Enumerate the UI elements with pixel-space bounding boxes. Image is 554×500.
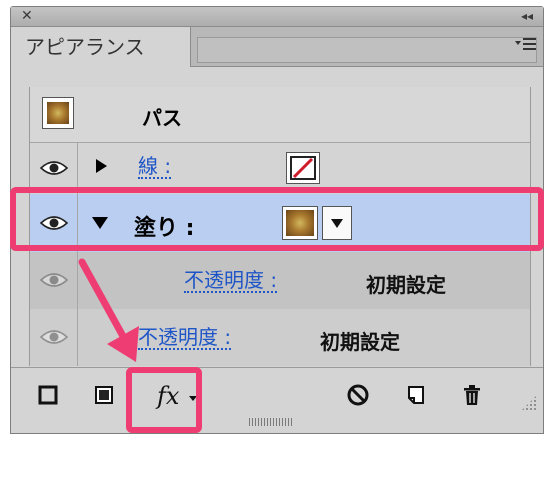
path-row[interactable]: パス — [30, 87, 530, 143]
fill-label: 塗り : — [134, 216, 195, 241]
stroke-row[interactable]: 線 : — [30, 142, 530, 195]
tab-bar-empty — [197, 37, 537, 63]
expand-triangle-icon[interactable] — [96, 159, 107, 173]
eye-icon-disabled — [40, 272, 68, 288]
eye-icon[interactable] — [40, 160, 68, 176]
fill-dropdown-button[interactable] — [322, 206, 352, 240]
stroke-visibility[interactable] — [30, 142, 78, 194]
panel-menu-icon[interactable] — [515, 36, 537, 55]
fill-swatch[interactable] — [282, 206, 318, 240]
path-thumbnail — [42, 97, 74, 129]
opacity-value: 初期設定 — [320, 330, 400, 354]
fill-opacity-row[interactable]: 不透明度 : 初期設定 — [30, 252, 530, 310]
fill-opacity-visibility — [30, 252, 78, 309]
eye-icon-disabled — [40, 329, 68, 345]
eye-icon[interactable] — [40, 215, 68, 231]
close-icon[interactable]: ✕ — [21, 8, 33, 24]
fill-opacity-value: 初期設定 — [366, 273, 446, 297]
collapse-icon[interactable]: ◂◂ — [521, 9, 533, 23]
stroke-link[interactable]: 線 : — [138, 155, 172, 179]
opacity-visibility — [30, 309, 78, 366]
appearance-panel: ✕ ◂◂ アピアランス パス 線: 塗り: 不透明度: 初期設定 不透明度… — [10, 6, 544, 434]
opacity-link[interactable]: 不透明度 : — [138, 326, 232, 350]
appearance-list: パス 線 : 塗り: 不透明度: 初期設定 不透明度: 初期設定 — [29, 87, 531, 366]
fill-opacity-link[interactable]: 不透明度 : — [184, 269, 278, 293]
add-new-fill-button[interactable] — [89, 380, 119, 410]
stroke-swatch[interactable] — [286, 152, 320, 184]
trash-icon[interactable] — [457, 380, 487, 410]
duplicate-item-button[interactable] — [401, 380, 431, 410]
clear-appearance-button[interactable] — [343, 380, 373, 410]
fx-button-highlight — [126, 367, 202, 433]
tab-bar: アピアランス — [11, 27, 543, 67]
tab-appearance[interactable]: アピアランス — [11, 27, 191, 67]
collapse-triangle-icon[interactable] — [92, 217, 108, 229]
fill-visibility[interactable] — [30, 194, 78, 252]
path-label: パス — [142, 106, 182, 130]
opacity-row[interactable]: 不透明度 : 初期設定 — [30, 309, 530, 366]
panel-toolbar: fx — [11, 367, 543, 422]
fill-row[interactable]: 塗り : — [30, 194, 530, 253]
add-new-stroke-button[interactable] — [33, 380, 63, 410]
panel-drag-grip[interactable] — [249, 418, 293, 426]
panel-titlebar: ✕ ◂◂ — [11, 7, 543, 27]
